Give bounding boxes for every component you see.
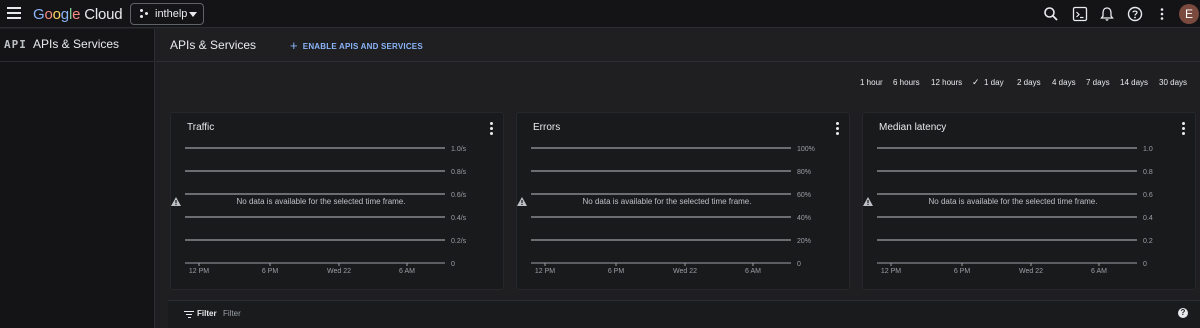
time-range-option[interactable]: 7 days <box>1086 78 1110 87</box>
y-tick-label: 0.4 <box>1143 215 1153 222</box>
page-title: APIs & Services <box>170 38 257 52</box>
check-icon: ✓ <box>972 77 980 87</box>
search-icon[interactable] <box>1042 5 1060 23</box>
help-icon[interactable] <box>1126 5 1144 23</box>
time-range-option[interactable]: 2 days <box>1017 78 1041 87</box>
chart-card: Traffic 1.0/s 0.8/s 0.6/s 0.4/s 0.2/s 0 12 PM 6 … <box>170 112 504 290</box>
x-tick-label: Wed 22 <box>673 268 697 275</box>
filter-input[interactable]: Filter <box>223 309 241 318</box>
top-bar: Google Cloud inthelp E <box>0 0 1200 28</box>
time-range-option[interactable]: 6 hours <box>893 78 920 87</box>
y-tick-label: 0.2/s <box>451 238 467 245</box>
x-tick-label: 12 PM <box>535 268 555 275</box>
project-selector[interactable]: inthelp <box>130 3 204 25</box>
x-tick-label: 6 PM <box>608 268 625 275</box>
help-icon[interactable]: ? <box>1178 308 1188 318</box>
filter-bar: Filter Filter ? <box>168 300 1200 328</box>
bell-icon[interactable] <box>1098 5 1116 23</box>
chart-card: Errors 100% 80% 60% 40% 20% 0 12 PM 6 PM Wed 22 6 … <box>516 112 850 290</box>
enable-apis-button[interactable]: + ENABLE APIS AND SERVICES <box>290 38 423 53</box>
time-range-option[interactable]: 1 day <box>984 78 1004 87</box>
avatar[interactable]: E <box>1179 4 1199 24</box>
time-range-option[interactable]: 30 days <box>1159 78 1187 87</box>
y-tick-label: 0 <box>797 261 801 268</box>
api-icon: API <box>4 38 27 51</box>
y-tick-label: 0.8 <box>1143 169 1153 176</box>
main-content: APIs & Services + ENABLE APIS AND SERVICE… <box>156 29 1200 328</box>
divider <box>156 61 1200 62</box>
logo-word-cloud: Cloud <box>84 6 123 23</box>
warning-icon <box>517 197 527 206</box>
y-tick-label: 20% <box>797 238 811 245</box>
warning-icon <box>171 197 181 206</box>
plus-icon: + <box>290 38 298 53</box>
chevron-down-icon <box>189 12 197 17</box>
menu-icon[interactable] <box>7 7 21 19</box>
x-tick-label: 6 PM <box>954 268 971 275</box>
x-tick-label: 6 PM <box>262 268 279 275</box>
more-vert-icon[interactable] <box>1153 5 1171 23</box>
y-tick-label: 0 <box>1143 261 1147 268</box>
y-tick-label: 80% <box>797 169 811 176</box>
x-tick-label: 12 PM <box>189 268 209 275</box>
y-tick-label: 1.0/s <box>451 146 467 153</box>
logo-word-google: Google <box>33 6 81 23</box>
x-tick-label: 6 AM <box>399 268 415 275</box>
x-tick-label: 6 AM <box>745 268 761 275</box>
time-range-option[interactable]: 12 hours <box>931 78 962 87</box>
filter-label[interactable]: Filter <box>197 309 217 318</box>
x-tick-label: Wed 22 <box>1019 268 1043 275</box>
project-icon <box>140 9 148 19</box>
warning-icon <box>863 197 873 206</box>
no-data-text: No data is available for the selected ti… <box>582 197 752 206</box>
chart-card: Median latency 1.0 0.8 0.6 0.4 0.2 0 12 PM 6 PM W… <box>862 112 1196 290</box>
no-data-message: No data is available for the selected ti… <box>517 197 817 206</box>
no-data-message: No data is available for the selected ti… <box>863 197 1163 206</box>
y-tick-label: 100% <box>797 146 815 153</box>
enable-apis-label: ENABLE APIS AND SERVICES <box>302 42 423 51</box>
sidebar: API APIs & Services <box>0 29 155 328</box>
y-tick-label: 0.4/s <box>451 215 467 222</box>
project-name: inthelp <box>155 8 188 20</box>
y-tick-label: 0 <box>451 261 455 268</box>
y-tick-label: 0.2 <box>1143 238 1153 245</box>
time-range-option[interactable]: 4 days <box>1052 78 1076 87</box>
x-tick-label: Wed 22 <box>327 268 351 275</box>
time-range-selector: 1 hour 6 hours 12 hours ✓ 1 day 2 days 4 days 7… <box>860 77 1200 90</box>
no-data-message: No data is available for the selected ti… <box>171 197 471 206</box>
y-tick-label: 1.0 <box>1143 146 1153 153</box>
terminal-icon[interactable] <box>1071 5 1089 23</box>
x-tick-label: 12 PM <box>881 268 901 275</box>
y-tick-label: 40% <box>797 215 811 222</box>
time-range-option[interactable]: 1 hour <box>860 78 883 87</box>
time-range-option[interactable]: 14 days <box>1120 78 1148 87</box>
filter-icon[interactable] <box>184 311 194 319</box>
google-cloud-logo[interactable]: Google Cloud <box>33 6 123 23</box>
divider <box>0 61 155 62</box>
no-data-text: No data is available for the selected ti… <box>236 197 406 206</box>
y-tick-label: 0.8/s <box>451 169 467 176</box>
no-data-text: No data is available for the selected ti… <box>928 197 1098 206</box>
sidebar-title[interactable]: APIs & Services <box>33 37 119 51</box>
x-tick-label: 6 AM <box>1091 268 1107 275</box>
